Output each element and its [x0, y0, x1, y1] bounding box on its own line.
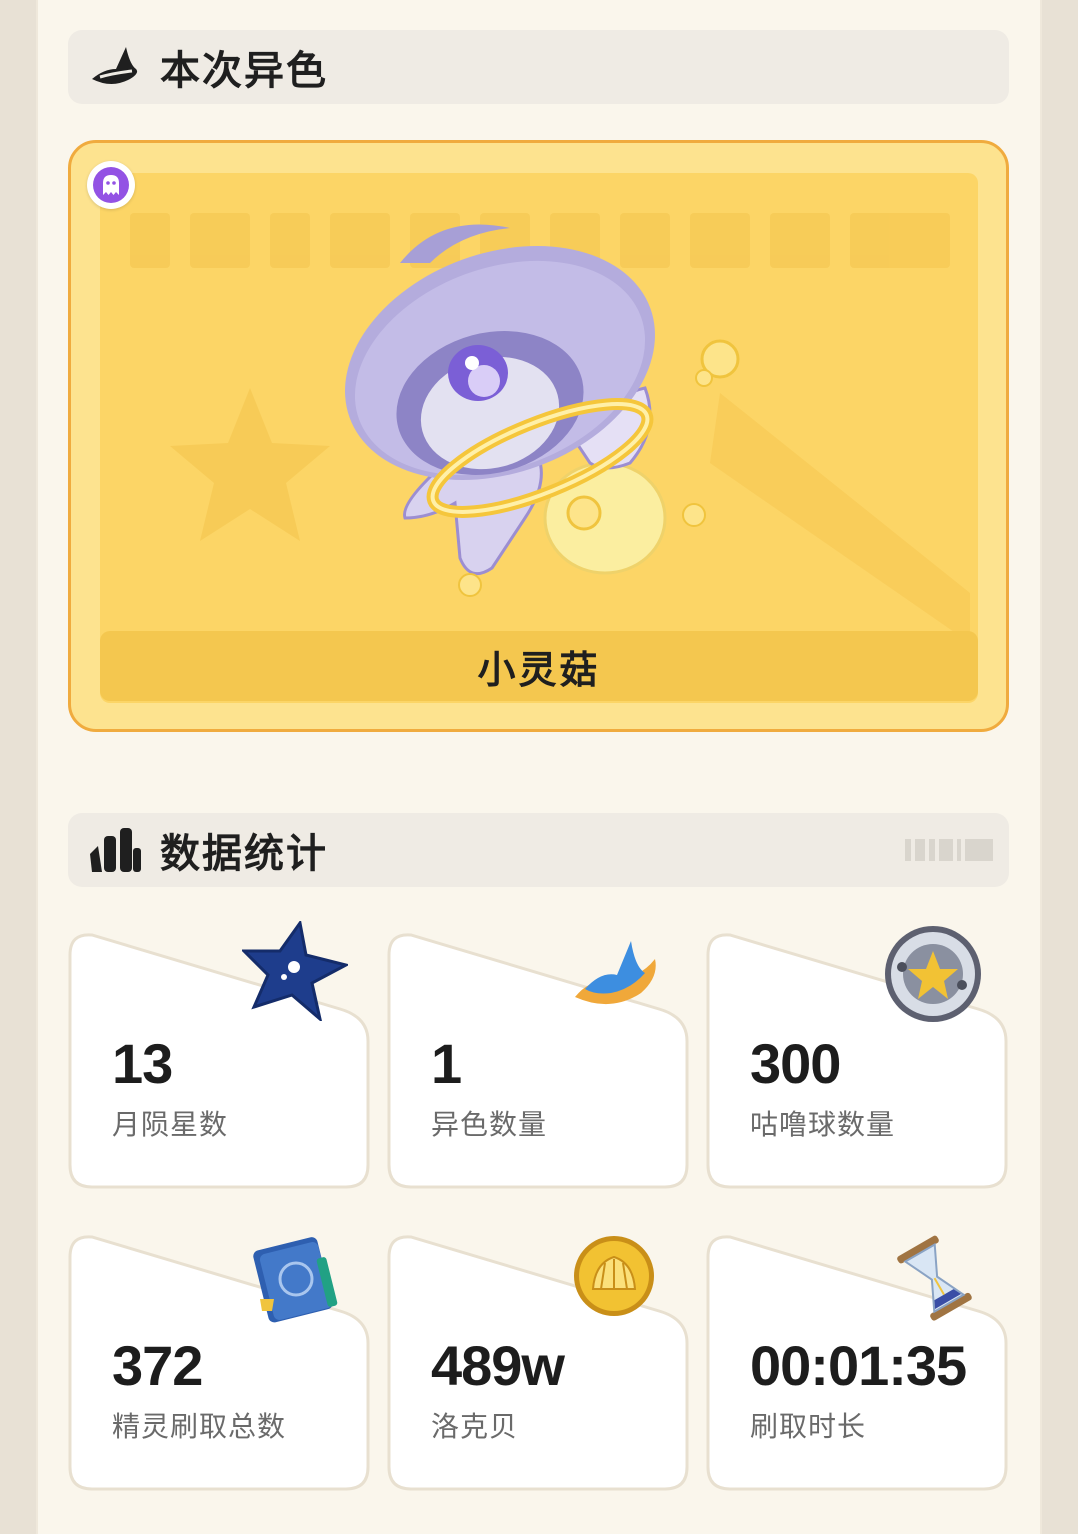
pet-artwork [130, 213, 970, 643]
stat-label: 异色数量 [431, 1108, 548, 1141]
stat-card-meteor-stars: 13 月陨星数 [68, 921, 370, 1189]
stats-section-title: 数据统计 [160, 831, 328, 877]
stat-card-ball-count: 300 咕噜球数量 [706, 926, 1008, 1189]
stat-label: 咕噜球数量 [750, 1108, 896, 1141]
stat-value: 372 [112, 1334, 203, 1397]
book-icon [253, 1237, 338, 1323]
hourglass-icon [897, 1235, 972, 1321]
page-content: 本次异色 小灵菇 数据统计 13 月陨星数 1 异色数量 300 咕噜球数量 3… [36, 0, 1042, 1534]
header-decoration [905, 839, 993, 861]
shiny-pet-card[interactable]: 小灵菇 [68, 140, 1009, 732]
stats-section-header: 数据统计 [68, 813, 1009, 887]
stat-card-total-pets: 372 精灵刷取总数 [68, 1233, 370, 1491]
ball-icon [885, 926, 981, 1022]
stat-value: 00:01:35 [750, 1334, 967, 1397]
shiny-section-title: 本次异色 [160, 48, 328, 94]
hat-icon [84, 37, 144, 97]
stat-value: 1 [431, 1032, 462, 1095]
stat-value: 13 [112, 1032, 173, 1095]
ghost-type-badge [87, 161, 135, 209]
shiny-section-header: 本次异色 [68, 30, 1009, 104]
star-icon [242, 921, 348, 1021]
stat-card-duration: 00:01:35 刷取时长 [706, 1233, 1008, 1491]
bar-chart-icon [84, 820, 144, 880]
ghost-icon [103, 175, 119, 195]
stat-value: 300 [750, 1032, 841, 1095]
stat-label: 刷取时长 [750, 1410, 867, 1443]
pet-name-bar: 小灵菇 [100, 631, 978, 701]
stat-label: 月陨星数 [112, 1108, 229, 1141]
pet-image-area [100, 173, 978, 703]
pet-name: 小灵菇 [477, 647, 601, 692]
coin-icon [574, 1236, 654, 1316]
hat-icon [575, 941, 656, 1005]
stat-value: 489w [431, 1334, 565, 1397]
left-margin [0, 0, 36, 1534]
stat-label: 洛克贝 [431, 1410, 519, 1443]
stat-label: 精灵刷取总数 [112, 1410, 287, 1443]
stat-card-coins: 489w 洛克贝 [387, 1233, 689, 1491]
right-margin [1042, 0, 1078, 1534]
stat-card-shiny-count: 1 异色数量 [387, 931, 689, 1189]
